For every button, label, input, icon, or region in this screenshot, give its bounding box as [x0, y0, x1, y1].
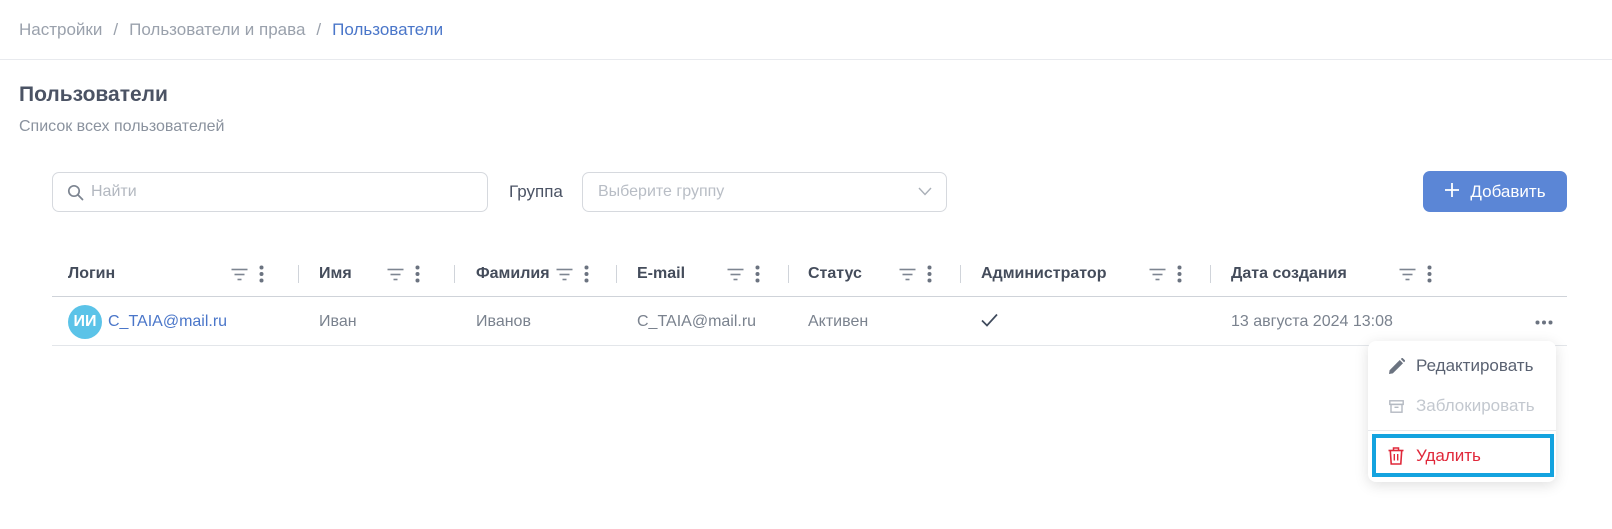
search-field[interactable]: [52, 172, 488, 212]
search-icon: [67, 183, 85, 201]
menu-item-block[interactable]: Заблокировать: [1368, 387, 1556, 425]
user-login-link[interactable]: C_TAIA@mail.ru: [108, 313, 227, 331]
filter-icon[interactable]: [555, 265, 573, 283]
cell-login: ИИ C_TAIA@mail.ru: [68, 298, 227, 346]
menu-item-label: Редактировать: [1416, 356, 1534, 375]
column-header-label: Фамилия: [476, 265, 550, 282]
more-vertical-icon[interactable]: [258, 265, 264, 283]
column-separator[interactable]: [1210, 265, 1211, 283]
filter-icon[interactable]: [726, 265, 744, 283]
column-tools-admin: [1148, 252, 1182, 296]
filter-icon[interactable]: [230, 265, 248, 283]
column-header-label: Логин: [68, 265, 116, 282]
more-vertical-icon[interactable]: [1176, 265, 1182, 283]
more-vertical-icon[interactable]: [754, 265, 760, 283]
column-header-email[interactable]: E-mail: [637, 252, 685, 296]
plus-icon: [1444, 179, 1460, 203]
breadcrumb: Настройки / Пользователи и права / Польз…: [19, 18, 443, 42]
column-tools-first-name: [386, 252, 420, 296]
menu-item-label: Заблокировать: [1416, 396, 1535, 415]
chevron-down-icon: [918, 183, 932, 201]
cell-status: Активен: [808, 313, 869, 330]
breadcrumb-separator: /: [113, 20, 119, 39]
table-row[interactable]: ИИ C_TAIA@mail.ru Иван Иванов C_TAIA@mai…: [52, 298, 1567, 346]
breadcrumb-separator: /: [316, 20, 322, 39]
header-divider: [0, 59, 1612, 60]
column-separator[interactable]: [788, 265, 789, 283]
column-header-admin[interactable]: Администратор: [981, 252, 1106, 296]
more-vertical-icon[interactable]: [583, 265, 589, 283]
column-tools-login: [230, 252, 264, 296]
column-tools-email: [726, 252, 760, 296]
filter-icon[interactable]: [1148, 265, 1166, 283]
search-input[interactable]: [91, 183, 471, 201]
column-header-label: Администратор: [981, 265, 1107, 282]
menu-item-edit[interactable]: Редактировать: [1368, 347, 1556, 385]
cell-created: 13 августа 2024 13:08: [1231, 313, 1393, 330]
breadcrumb-item-settings[interactable]: Настройки: [19, 20, 102, 40]
column-separator[interactable]: [454, 265, 455, 283]
cell-last-name: Иванов: [476, 313, 531, 330]
cell-first-name: Иван: [319, 313, 357, 330]
filter-icon[interactable]: [386, 265, 404, 283]
column-tools-created: [1398, 252, 1432, 296]
column-separator[interactable]: [960, 265, 961, 283]
column-header-label: Дата создания: [1231, 265, 1347, 282]
filter-icon[interactable]: [898, 265, 916, 283]
column-header-status[interactable]: Статус: [808, 252, 862, 296]
column-header-last-name[interactable]: Фамилия: [476, 252, 550, 296]
column-separator[interactable]: [298, 265, 299, 283]
cell-email: C_TAIA@mail.ru: [637, 313, 757, 330]
add-button-label: Добавить: [1470, 181, 1546, 201]
column-tools-status: [898, 252, 932, 296]
pencil-icon: [1387, 357, 1405, 375]
group-select-placeholder: Выберите группу: [598, 183, 725, 200]
more-vertical-icon[interactable]: [926, 265, 932, 283]
archive-icon: [1387, 397, 1405, 415]
column-header-created[interactable]: Дата создания: [1231, 252, 1347, 296]
column-tools-last-name: [555, 252, 589, 296]
add-user-button[interactable]: Добавить: [1423, 171, 1567, 212]
menu-divider: [1368, 430, 1556, 431]
breadcrumb-item-current: Пользователи: [332, 20, 444, 39]
column-header-label: E-mail: [637, 265, 686, 282]
column-header-first-name[interactable]: Имя: [319, 252, 352, 296]
more-vertical-icon[interactable]: [414, 265, 420, 283]
column-header-label: Имя: [319, 265, 352, 282]
filter-icon[interactable]: [1398, 265, 1416, 283]
column-header-login[interactable]: Логин: [68, 252, 115, 296]
breadcrumb-item-users-rights[interactable]: Пользователи и права: [129, 20, 305, 40]
more-horizontal-icon[interactable]: [1532, 298, 1556, 346]
page-title: Пользователи: [19, 83, 168, 106]
group-select[interactable]: Выберите группу: [582, 172, 947, 212]
table-header: Логин Имя Фамилия E-mail Статус Админист…: [52, 252, 1567, 297]
column-separator[interactable]: [616, 265, 617, 283]
check-icon: [981, 313, 998, 332]
column-header-label: Статус: [808, 265, 862, 282]
avatar: ИИ: [68, 305, 102, 339]
group-label: Группа: [509, 182, 563, 201]
focus-highlight: [1372, 434, 1554, 477]
cell-admin: [981, 298, 998, 346]
more-vertical-icon[interactable]: [1426, 265, 1432, 283]
page-subtitle: Список всех пользователей: [19, 118, 225, 135]
